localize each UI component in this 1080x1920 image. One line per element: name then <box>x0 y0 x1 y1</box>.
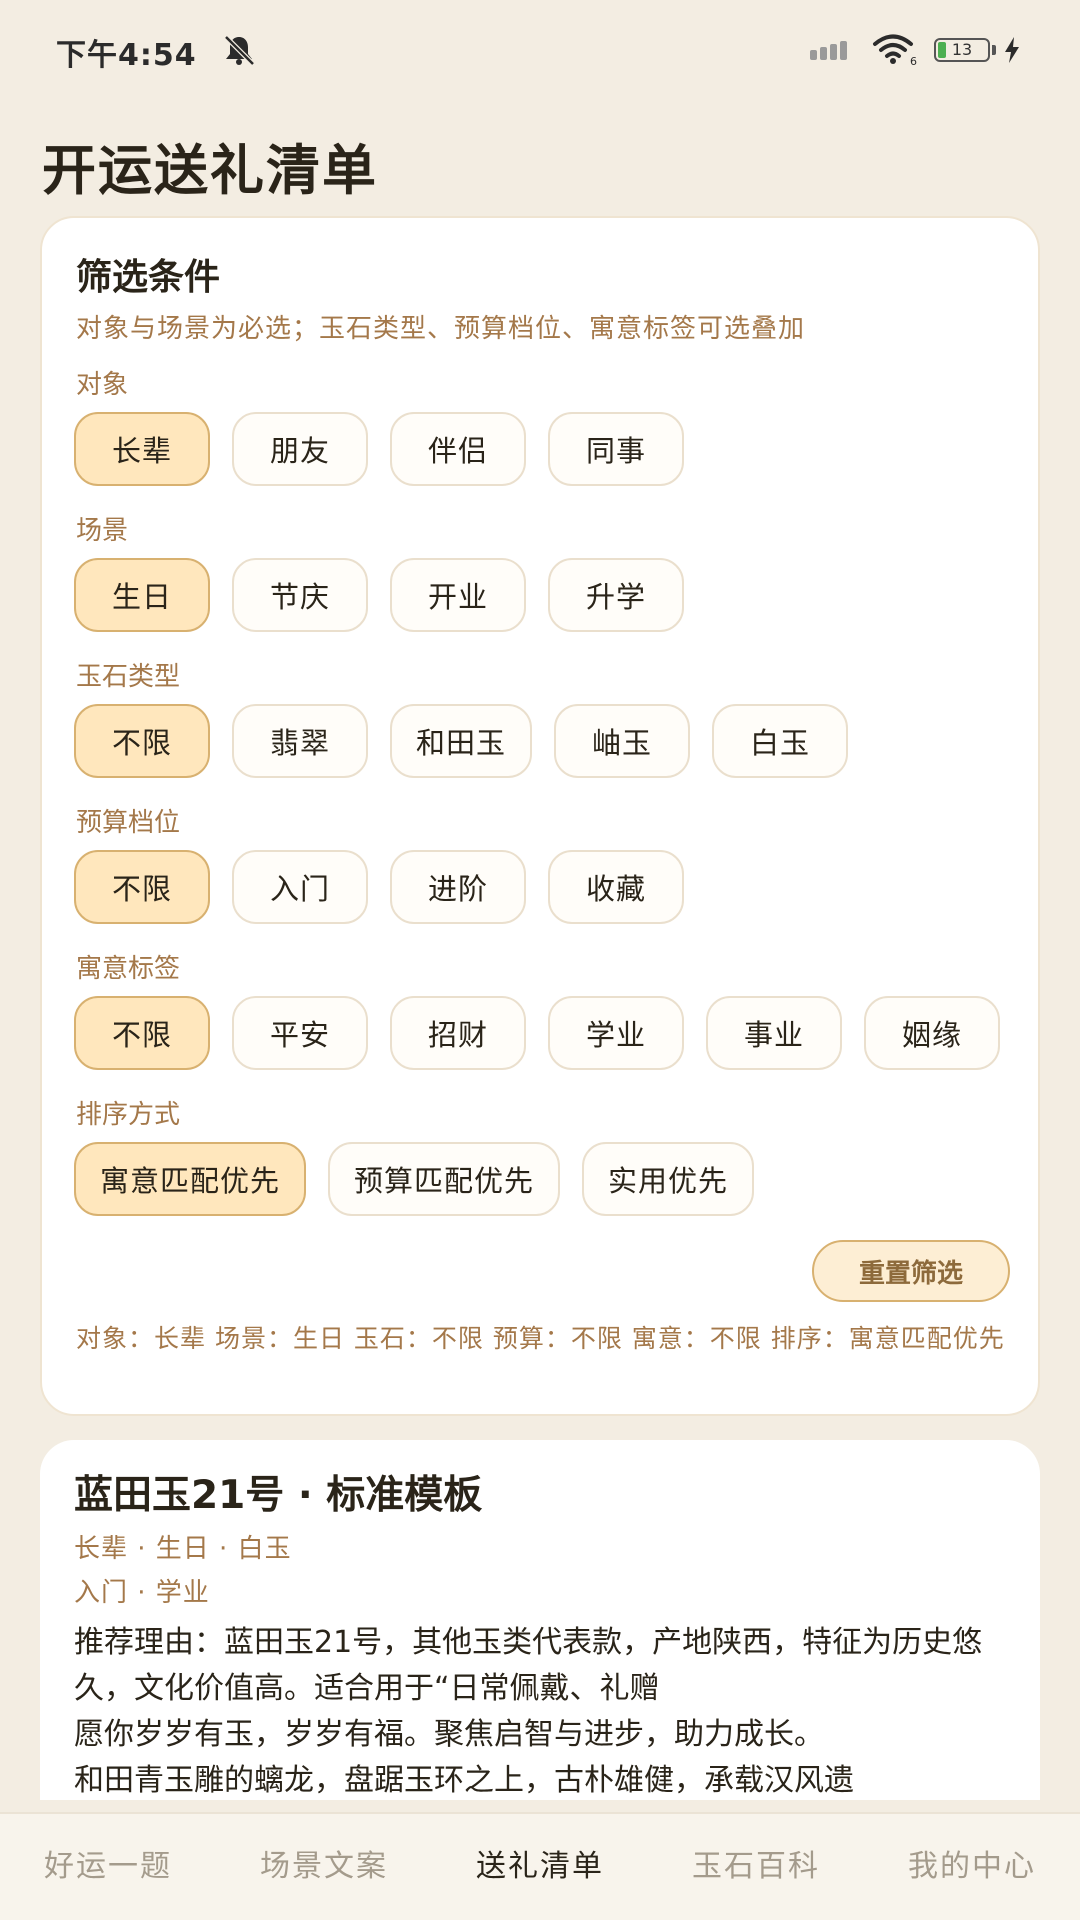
group-label-sort: 排序方式 <box>76 1100 181 1130</box>
filter-chip[interactable]: 不限 <box>74 996 210 1070</box>
filter-chip[interactable]: 不限 <box>74 850 210 924</box>
group-label-jade-type: 玉石类型 <box>76 662 181 692</box>
filter-chip[interactable]: 平安 <box>232 996 368 1070</box>
filter-chip[interactable]: 寓意匹配优先 <box>74 1142 307 1216</box>
nav-tab-my-center[interactable]: 我的中心 <box>864 1814 1080 1920</box>
group-label-recipient: 对象 <box>76 370 129 400</box>
filter-chip[interactable]: 学业 <box>548 996 684 1070</box>
filter-chip[interactable]: 和田玉 <box>390 704 533 778</box>
filter-chip[interactable]: 岫玉 <box>554 704 691 778</box>
svg-text:6: 6 <box>910 55 917 66</box>
battery-icon: 13 <box>934 38 990 62</box>
filter-hint: 对象与场景为必选；玉石类型、预算档位、寓意标签可选叠加 <box>76 314 806 344</box>
result-tags-secondary: 入门 · 学业 <box>74 1578 210 1608</box>
page-title: 开运送礼清单 <box>42 139 378 202</box>
filter-chip[interactable]: 收藏 <box>548 850 684 924</box>
result-tags-primary: 长辈 · 生日 · 白玉 <box>74 1534 292 1564</box>
result-reason: 推荐理由：蓝田玉21号，其他玉类代表款，产地陕西，特征为历史悠久，文化价值高。适… <box>74 1625 983 1706</box>
nav-tab-gift-list[interactable]: 送礼清单 <box>432 1814 648 1920</box>
filter-chip[interactable]: 姻缘 <box>864 996 1000 1070</box>
charging-icon <box>1005 37 1019 63</box>
battery-percent: 13 <box>951 40 973 59</box>
reset-filter-button[interactable]: 重置筛选 <box>812 1240 1010 1302</box>
filter-chip[interactable]: 不限 <box>74 704 210 778</box>
result-description: 和田青玉雕的螭龙，盘踞玉环之上，古朴雄健，承载汉风遗 <box>74 1763 854 1798</box>
filter-heading: 筛选条件 <box>76 257 221 298</box>
filter-chip[interactable]: 朋友 <box>232 412 368 486</box>
chip-row-meaning: 不限 平安 招财 学业 事业 姻缘 <box>74 996 1000 1072</box>
filter-chip[interactable]: 入门 <box>232 850 368 924</box>
chip-row-sort: 寓意匹配优先 预算匹配优先 实用优先 <box>74 1142 755 1218</box>
chip-row-budget: 不限 入门 进阶 收藏 <box>74 850 684 926</box>
notifications-muted-icon <box>224 35 255 66</box>
filter-chip[interactable]: 伴侣 <box>390 412 526 486</box>
filter-chip[interactable]: 实用优先 <box>582 1142 755 1216</box>
filter-chip[interactable]: 开业 <box>390 558 526 632</box>
filter-chip[interactable]: 升学 <box>548 558 684 632</box>
nav-tab-scene-copy[interactable]: 场景文案 <box>216 1814 432 1920</box>
status-time: 下午4:54 <box>56 38 197 73</box>
filter-card: 筛选条件 对象与场景为必选；玉石类型、预算档位、寓意标签可选叠加 对象 长辈 朋友… <box>40 216 1040 1416</box>
chip-row-recipient: 长辈 朋友 伴侣 同事 <box>74 412 684 488</box>
filter-chip[interactable]: 预算匹配优先 <box>328 1142 561 1216</box>
bottom-nav: 好运一题 场景文案 送礼清单 玉石百科 我的中心 <box>0 1812 1080 1920</box>
filter-chip[interactable]: 招财 <box>390 996 526 1070</box>
filter-chip[interactable]: 节庆 <box>232 558 368 632</box>
wifi-icon: 6 <box>873 34 917 66</box>
filter-chip[interactable]: 长辈 <box>74 412 210 486</box>
nav-tab-jade-wiki[interactable]: 玉石百科 <box>648 1814 864 1920</box>
chip-row-jade-type: 不限 翡翠 和田玉 岫玉 白玉 <box>74 704 849 780</box>
filter-chip[interactable]: 白玉 <box>712 704 849 778</box>
result-blessing: 愿你岁岁有玉，岁岁有福。聚焦启智与进步，助力成长。 <box>74 1717 824 1752</box>
battery-cap <box>992 45 996 55</box>
signal-icon <box>810 41 847 60</box>
group-label-scene: 场景 <box>76 516 129 546</box>
result-body: 推荐理由：蓝田玉21号，其他玉类代表款，产地陕西，特征为历史悠久，文化价值高。适… <box>74 1620 1010 1800</box>
filter-chip[interactable]: 生日 <box>74 558 210 632</box>
group-label-budget: 预算档位 <box>76 808 181 838</box>
filter-summary: 对象：长辈 场景：生日 玉石：不限 预算：不限 寓意：不限 排序：寓意匹配优先 <box>76 1324 1005 1353</box>
nav-tab-daily-luck[interactable]: 好运一题 <box>0 1814 216 1920</box>
group-label-meaning: 寓意标签 <box>76 954 181 984</box>
filter-chip[interactable]: 事业 <box>706 996 842 1070</box>
gift-result-card[interactable]: 蓝田玉21号 · 标准模板 长辈 · 生日 · 白玉 入门 · 学业 推荐理由：… <box>40 1440 1040 1800</box>
filter-chip[interactable]: 同事 <box>548 412 684 486</box>
result-title: 蓝田玉21号 · 标准模板 <box>74 1473 483 1518</box>
filter-chip[interactable]: 翡翠 <box>232 704 368 778</box>
filter-chip[interactable]: 进阶 <box>390 850 526 924</box>
status-bar: 下午4:54 6 13 <box>0 0 1080 100</box>
chip-row-scene: 生日 节庆 开业 升学 <box>74 558 684 634</box>
